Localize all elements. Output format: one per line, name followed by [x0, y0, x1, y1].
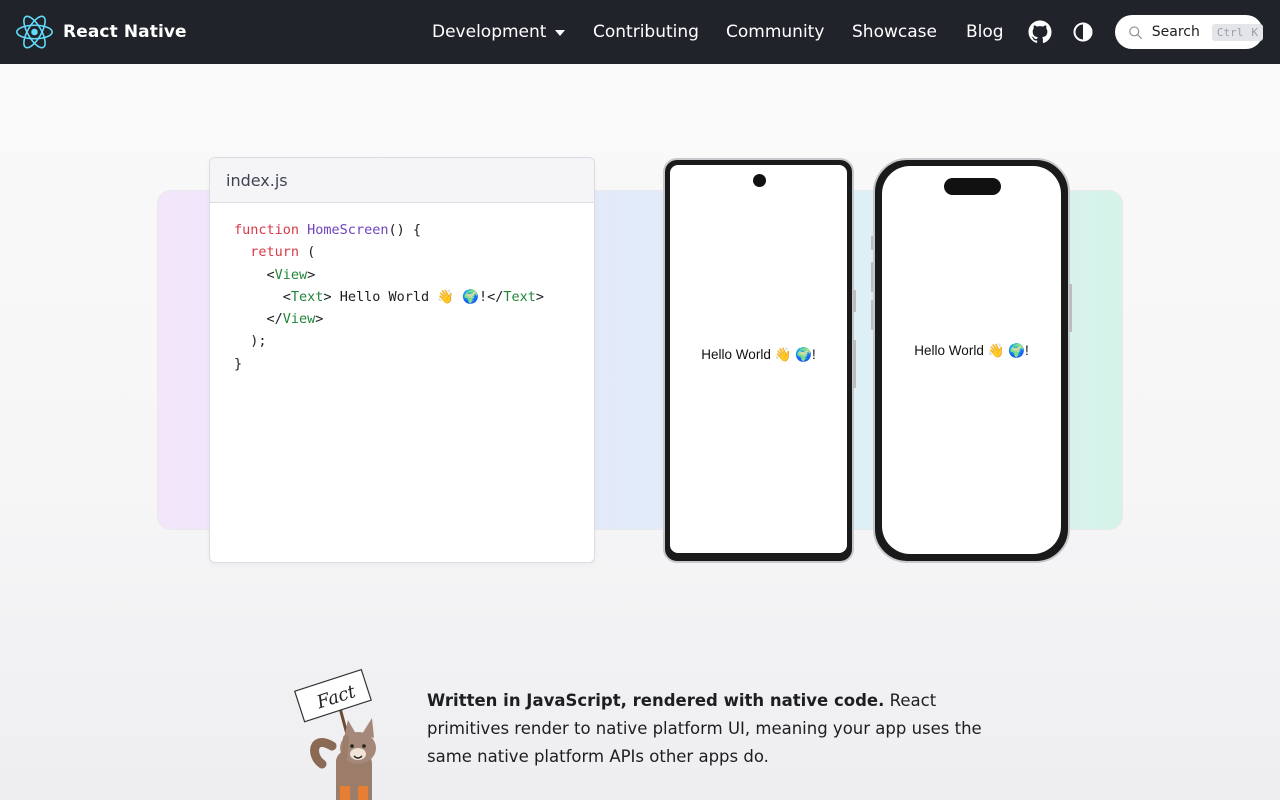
phone-screen: Hello World 👋 🌍! — [882, 166, 1061, 554]
nav-item-development[interactable]: Development — [432, 0, 566, 64]
iphone-mockup: Hello World 👋 🌍! — [873, 158, 1070, 563]
brand-link[interactable]: React Native — [16, 14, 187, 50]
side-button — [1069, 284, 1072, 332]
code-line: } — [234, 355, 243, 372]
theme-toggle-icon[interactable] — [1071, 20, 1095, 44]
nav-item-label: Contributing — [593, 22, 699, 42]
code-line: <View> — [266, 266, 316, 283]
kbd-ctrl: Ctrl — [1216, 25, 1244, 39]
keyboard-shortcut: Ctrl K — [1211, 23, 1263, 41]
chevron-down-icon — [555, 30, 566, 36]
phone-hello-text: Hello World 👋 🌍! — [701, 347, 816, 362]
code-line: return ( — [250, 244, 316, 261]
nav-item-contributing[interactable]: Contributing — [593, 0, 699, 64]
camera-icon — [752, 174, 766, 187]
code-block: function HomeScreen() { return ( <View> … — [210, 203, 594, 375]
android-phone-mockup: Hello World 👋 🌍! — [663, 158, 854, 563]
code-line: <Text> Hello World 👋 🌍!</Text> — [282, 288, 545, 305]
nav-item-label: Development — [432, 22, 547, 42]
nav-item-label: Community — [726, 22, 825, 42]
nav-item-blog[interactable]: Blog — [966, 0, 1004, 64]
fact-mascot-illustration: Fact — [293, 668, 376, 800]
code-line: function HomeScreen() { — [234, 222, 421, 238]
nav-item-community[interactable]: Community — [726, 0, 824, 64]
side-button — [853, 290, 856, 312]
search-icon — [1129, 25, 1142, 39]
phone-hello-text: Hello World 👋 🌍! — [914, 343, 1029, 358]
github-icon[interactable] — [1028, 20, 1052, 44]
navbar: React Native Development Contributing Co… — [0, 0, 1280, 64]
side-button — [853, 340, 856, 388]
nav-item-showcase[interactable]: Showcase — [852, 0, 937, 64]
kbd-k: K — [1251, 25, 1258, 39]
editor-tab: index.js — [210, 158, 594, 203]
brand-title: React Native — [63, 22, 187, 42]
fact-paragraph: Written in JavaScript, rendered with nat… — [427, 687, 987, 771]
filename-label: index.js — [226, 170, 288, 190]
react-logo-icon — [16, 15, 53, 49]
dynamic-island — [943, 178, 1001, 195]
fact-headline: Written in JavaScript, rendered with nat… — [427, 691, 885, 710]
search-button[interactable]: Search Ctrl K — [1115, 15, 1263, 49]
nav-item-label: Blog — [966, 22, 1004, 42]
code-line: </View> — [266, 311, 324, 328]
nav-item-label: Showcase — [852, 22, 937, 42]
code-line: ); — [250, 333, 267, 350]
search-label: Search — [1151, 24, 1200, 40]
phone-screen: Hello World 👋 🌍! — [670, 165, 847, 553]
code-editor-card: index.js function HomeScreen() { return … — [209, 157, 595, 563]
